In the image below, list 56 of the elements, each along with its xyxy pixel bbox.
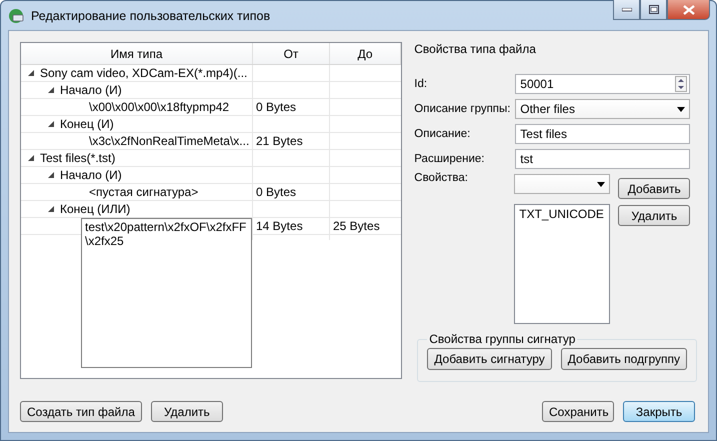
expander-icon[interactable] xyxy=(48,206,54,212)
spin-arrows-icon[interactable] xyxy=(675,76,688,92)
create-type-button[interactable]: Создать тип файла xyxy=(20,401,142,422)
delete-button[interactable]: Удалить xyxy=(150,401,223,422)
close-dialog-button[interactable]: Закрыть xyxy=(623,401,695,422)
maximize-icon xyxy=(648,5,658,14)
tree-item[interactable]: Начало (И) xyxy=(60,168,122,182)
add-button[interactable]: Добавить xyxy=(618,178,690,199)
column-header[interactable]: От xyxy=(253,43,330,64)
group-dropdown[interactable]: Other files xyxy=(515,99,690,119)
list-item[interactable]: TXT_UNICODE xyxy=(519,207,606,221)
group-title: Свойства группы сигнатур xyxy=(428,332,576,346)
offset-from: 21 Bytes xyxy=(256,134,303,148)
offset-from: 0 Bytes xyxy=(256,100,296,114)
tree-item[interactable]: Конец (ИЛИ) xyxy=(60,202,130,216)
tree-item[interactable]: \x00\x00\x00\x18ftypmp42 xyxy=(89,100,230,114)
window-title: Редактирование пользовательских типов xyxy=(31,8,270,22)
caret-icon xyxy=(597,182,606,186)
minimize-icon xyxy=(622,8,632,12)
section-title: Свойства типа файла xyxy=(414,42,537,56)
column-header[interactable]: Имя типа xyxy=(21,43,253,64)
close-icon xyxy=(682,4,694,14)
caret-icon xyxy=(677,106,686,112)
field-label: Описание: xyxy=(414,128,472,140)
field-label: Свойства: xyxy=(414,172,469,186)
field-label: Id: xyxy=(414,78,428,90)
remove-button[interactable]: Удалить xyxy=(618,205,690,226)
offset-from: 0 Bytes xyxy=(256,185,296,199)
field-label: Описание группы: xyxy=(414,103,512,115)
save-button[interactable]: Сохранить xyxy=(542,401,614,422)
id-spinbox[interactable]: 50001 xyxy=(515,74,690,94)
text-field[interactable]: tst xyxy=(515,149,690,169)
tree-item[interactable]: Начало (И) xyxy=(60,83,122,97)
expander-icon[interactable] xyxy=(48,121,54,127)
minimize-button[interactable] xyxy=(613,0,640,20)
maximize-button[interactable] xyxy=(640,0,667,20)
expander-icon[interactable] xyxy=(28,155,34,161)
tree-item[interactable]: Test files(*.tst) xyxy=(40,151,116,165)
add-subgroup-button[interactable]: Добавить подгруппу xyxy=(560,348,687,370)
properties-list[interactable]: TXT_UNICODE xyxy=(514,204,610,324)
expander-icon[interactable] xyxy=(28,70,34,76)
add-signature-button[interactable]: Добавить сигнатуру xyxy=(427,348,552,370)
tree-item[interactable]: \x3c\x2fNonRealTimeMeta\x... xyxy=(89,134,250,148)
offset-from: 14 Bytes xyxy=(256,219,303,233)
tree-item[interactable]: Sony cam video, XDCam-EX(*.mp4)(... xyxy=(40,66,248,80)
expander-icon[interactable] xyxy=(48,172,54,178)
app-icon xyxy=(8,8,24,24)
close-button[interactable] xyxy=(667,0,710,20)
signature-editor[interactable]: test\x20pattern\x2fxOF\x2fxFF\x2fx25 xyxy=(81,218,252,368)
expander-icon[interactable] xyxy=(48,87,54,93)
column-header[interactable]: До xyxy=(330,43,402,64)
offset-to: 25 Bytes xyxy=(333,219,380,233)
tree-item[interactable]: <пустая сигнатура> xyxy=(89,185,198,199)
text-field[interactable]: Test files xyxy=(515,124,690,144)
tree-item[interactable]: Конец (И) xyxy=(60,117,114,131)
field-label: Расширение: xyxy=(414,153,486,165)
